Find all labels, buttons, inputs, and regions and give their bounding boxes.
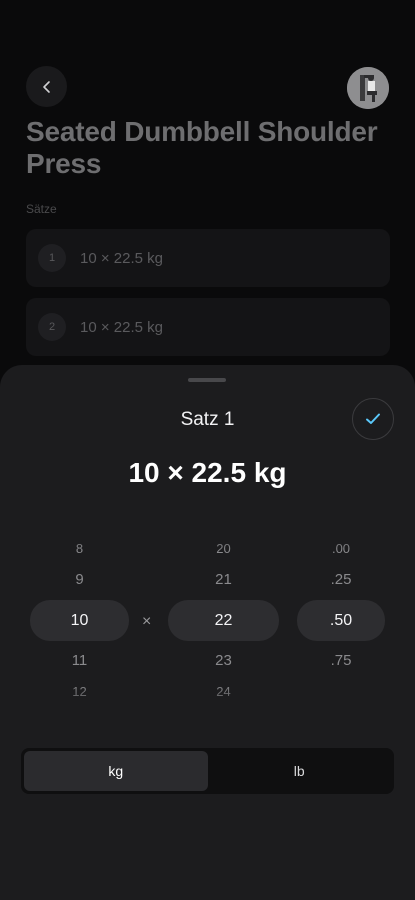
set-editor-sheet: Satz 1 10 × 22.5 kg 8 9 10 11 12 × 20 21…: [0, 365, 415, 900]
unit-option-kg[interactable]: kg: [24, 751, 208, 791]
picker-option[interactable]: .25: [297, 571, 385, 588]
sheet-drag-handle[interactable]: [188, 378, 226, 382]
set-row[interactable]: 1 10 × 22.5 kg: [26, 229, 390, 287]
checkmark-icon: [366, 413, 380, 424]
times-sign: ×: [142, 613, 152, 630]
picker-option[interactable]: 24: [168, 684, 279, 699]
reps-picker[interactable]: 8 9 10 11 12: [30, 523, 129, 711]
fraction-picker[interactable]: .00 .25 .50 .75: [297, 523, 385, 711]
back-button[interactable]: [26, 66, 67, 107]
picker-option[interactable]: 11: [30, 652, 129, 669]
confirm-button[interactable]: [352, 398, 394, 440]
sets-label: Sätze: [26, 202, 57, 216]
set-number: 1: [38, 244, 66, 272]
picker-selected[interactable]: 22: [168, 600, 279, 641]
picker-option[interactable]: 9: [30, 571, 129, 588]
picker-option[interactable]: .75: [297, 652, 385, 669]
picker-selected[interactable]: .50: [297, 600, 385, 641]
exercise-thumbnail[interactable]: [347, 67, 389, 109]
picker-option[interactable]: 23: [168, 652, 279, 669]
picker-option[interactable]: .00: [297, 541, 385, 556]
exercise-image-icon: [347, 67, 389, 109]
picker-option[interactable]: 21: [168, 571, 279, 588]
set-number: 2: [38, 313, 66, 341]
set-row[interactable]: 2 10 × 22.5 kg: [26, 298, 390, 356]
picker-option[interactable]: 12: [30, 684, 129, 699]
picker-option[interactable]: 20: [168, 541, 279, 556]
picker-option[interactable]: 8: [30, 541, 129, 556]
set-value-display: 10 × 22.5 kg: [128, 457, 287, 488]
unit-toggle: kg lb: [21, 748, 394, 794]
picker-selected[interactable]: 10: [30, 600, 129, 641]
unit-option-lb[interactable]: lb: [208, 751, 392, 791]
weight-picker[interactable]: 20 21 22 23 24: [168, 523, 279, 711]
set-value: 10 × 22.5 kg: [80, 318, 163, 336]
set-value: 10 × 22.5 kg: [80, 249, 163, 267]
page-title: Seated Dumbbell Shoulder Press: [26, 116, 378, 179]
chevron-left-icon: [42, 80, 50, 93]
